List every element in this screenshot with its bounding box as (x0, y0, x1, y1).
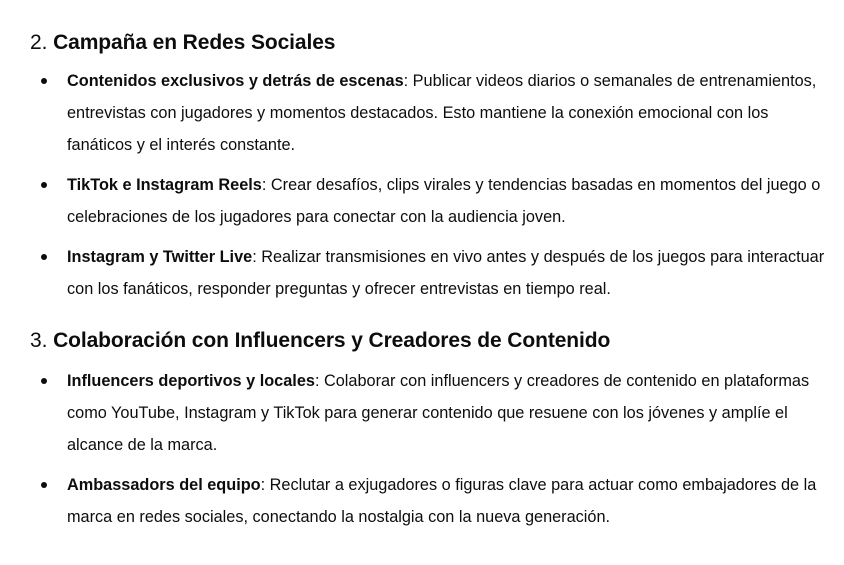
bullet-icon (41, 254, 47, 260)
list-item: Contenidos exclusivos y detrás de escena… (30, 65, 844, 161)
list-item: Influencers deportivos y locales: Colabo… (30, 365, 844, 461)
section-influencer-collaboration: 3. Colaboración con Influencers y Creado… (30, 305, 844, 533)
item-term: Contenidos exclusivos y detrás de escena… (67, 72, 404, 90)
bullet-list: Influencers deportivos y locales: Colabo… (30, 365, 844, 533)
section-number: 3. (30, 329, 48, 352)
list-item: Ambassadors del equipo: Reclutar a exjug… (30, 469, 844, 533)
section-social-media-campaign: 2. Campaña en Redes Sociales Contenidos … (30, 0, 844, 305)
list-item: TikTok e Instagram Reels: Crear desafíos… (30, 169, 844, 233)
section-title: Campaña en Redes Sociales (53, 31, 336, 54)
section-heading: 2. Campaña en Redes Sociales (30, 0, 844, 57)
section-title: Colaboración con Influencers y Creadores… (53, 329, 611, 352)
bullet-icon (41, 482, 47, 488)
item-term: TikTok e Instagram Reels (67, 176, 262, 194)
bullet-icon (41, 182, 47, 188)
document-body: 2. Campaña en Redes Sociales Contenidos … (0, 0, 844, 533)
item-term: Influencers deportivos y locales (67, 372, 315, 390)
list-item: Instagram y Twitter Live: Realizar trans… (30, 241, 844, 305)
section-heading: 3. Colaboración con Influencers y Creado… (30, 305, 844, 355)
bullet-icon (41, 78, 47, 84)
item-term: Instagram y Twitter Live (67, 248, 253, 266)
section-number: 2. (30, 31, 48, 54)
bullet-icon (41, 378, 47, 384)
item-term: Ambassadors del equipo (67, 476, 261, 494)
bullet-list: Contenidos exclusivos y detrás de escena… (30, 65, 844, 305)
